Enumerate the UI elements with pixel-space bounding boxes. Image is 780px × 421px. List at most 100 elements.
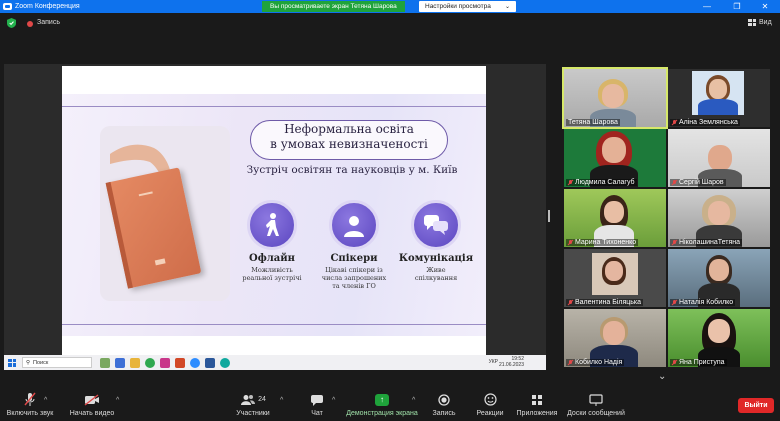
feature-desc-line: Живе xyxy=(426,266,446,274)
whiteboard-icon xyxy=(566,392,626,407)
feature-desc-line: числа запрошених xyxy=(321,274,387,282)
participant-name-label: Аліна Землянська xyxy=(670,119,740,126)
feature-description: Цікаві спікери із числа запрошених та чл… xyxy=(314,266,394,290)
participant-name: Наталія Кобилко xyxy=(679,299,734,306)
participants-button[interactable]: 24 Участники xyxy=(232,392,274,417)
view-label: Вид xyxy=(759,19,772,26)
notebook-photo xyxy=(100,126,230,301)
chrome-icon[interactable] xyxy=(145,357,155,368)
panel-splitter-handle[interactable] xyxy=(548,210,550,222)
chat-button[interactable]: Чат xyxy=(302,392,332,417)
share-screen-label: Демонстрация экрана xyxy=(346,410,418,417)
muted-mic-icon xyxy=(672,359,677,366)
participant-name: Людмила Салагуб xyxy=(575,179,635,186)
word-icon[interactable] xyxy=(205,357,215,368)
view-options-dropdown[interactable]: Настройки просмотра ⌄ xyxy=(419,1,516,12)
record-button[interactable]: Запись xyxy=(428,392,460,417)
feature-description: Живе спілкування xyxy=(396,266,476,282)
participant-tile[interactable]: Тетяна Шарова xyxy=(562,67,668,129)
save-app-icon[interactable] xyxy=(115,357,125,368)
participant-tile[interactable]: Наталія Кобилко xyxy=(668,249,770,307)
audio-options-caret-icon[interactable]: ^ xyxy=(44,397,47,404)
unmute-button[interactable]: Включить звук xyxy=(4,392,56,417)
muted-mic-icon xyxy=(568,239,573,246)
taskbar-clock[interactable]: 19:52 21.06.2023 xyxy=(498,356,524,368)
participants-count: 24 xyxy=(258,396,266,403)
muted-mic-icon xyxy=(568,179,573,186)
muted-microphone-icon xyxy=(4,392,56,407)
top-toolbar xyxy=(0,13,780,35)
muted-mic-icon xyxy=(672,299,677,306)
start-video-button[interactable]: Начать видео xyxy=(66,392,118,417)
participant-tile[interactable]: Сергій Шаров xyxy=(668,129,770,187)
participant-tile[interactable]: Людмила Салагуб xyxy=(564,129,666,187)
muted-mic-icon xyxy=(672,179,677,186)
record-icon xyxy=(428,392,460,407)
participant-tile[interactable]: Яна Приступа xyxy=(668,309,770,367)
zoom-logo-icon xyxy=(3,3,12,10)
minimize-button[interactable]: — xyxy=(692,0,722,13)
close-window-button[interactable]: ✕ xyxy=(750,0,780,13)
share-banner: Вы просматриваете экран Тетяна Шарова xyxy=(262,1,405,12)
participant-name: Яна Приступа xyxy=(679,359,725,366)
maximize-button[interactable]: ❐ xyxy=(722,0,752,13)
windows-start-icon[interactable] xyxy=(8,358,16,367)
view-options-label: Настройки просмотра xyxy=(425,3,491,10)
taskbar-apps xyxy=(100,357,230,368)
participant-tile[interactable]: Кобилко Надія xyxy=(564,309,666,367)
chevron-down-icon: ⌄ xyxy=(504,4,510,10)
recording-label[interactable]: Запись xyxy=(37,19,60,26)
feature-speakers: Спікери Цікаві спікери із числа запрошен… xyxy=(314,200,394,290)
zoom-app-icon[interactable] xyxy=(190,357,200,368)
video-off-icon xyxy=(66,392,118,407)
muted-mic-icon xyxy=(672,239,677,246)
notebook-image xyxy=(105,167,202,289)
muted-mic-icon xyxy=(672,119,677,126)
share-screen-button[interactable]: ↑ Демонстрация экрана xyxy=(346,392,418,417)
chat-icon xyxy=(302,392,332,407)
participant-name-label: Наталія Кобилко xyxy=(670,299,736,306)
reactions-button[interactable]: Реакции xyxy=(474,392,506,417)
edge-icon[interactable] xyxy=(220,357,230,368)
participant-tile[interactable]: НіколашинаТетяна xyxy=(668,189,770,247)
chevron-down-icon[interactable]: ⌄ xyxy=(658,371,666,382)
clock-date: 21.06.2023 xyxy=(498,361,524,368)
grid-view-icon xyxy=(748,19,756,26)
slide-title-line1: Неформальна освіта xyxy=(284,122,414,136)
whiteboards-button[interactable]: Доски сообщений xyxy=(566,392,626,417)
participant-tile[interactable]: Аліна Землянська xyxy=(668,69,770,127)
participant-name-label: Сергій Шаров xyxy=(670,179,726,186)
chat-caret-icon[interactable]: ^ xyxy=(332,397,335,404)
chat-label: Чат xyxy=(311,410,323,417)
video-options-caret-icon[interactable]: ^ xyxy=(116,397,119,404)
apps-button[interactable]: Приложения xyxy=(514,392,560,417)
participant-name-label: Валентина Біляцька xyxy=(566,299,644,306)
language-indicator[interactable]: УКР xyxy=(489,359,498,365)
feature-title: Офлайн xyxy=(249,253,295,264)
smiley-icon xyxy=(474,392,506,407)
share-caret-icon[interactable]: ^ xyxy=(412,397,415,404)
media-app-icon[interactable] xyxy=(160,357,170,368)
participant-tile[interactable]: Марина Тихоненко xyxy=(564,189,666,247)
security-shield-icon[interactable] xyxy=(7,18,16,28)
participant-name: Тетяна Шарова xyxy=(568,119,618,126)
remote-taskbar: ⚲ Поиск УКР 19:52 21.06.2023 xyxy=(4,355,546,370)
whiteboards-label: Доски сообщений xyxy=(567,410,625,417)
taskbar-search[interactable]: ⚲ Поиск xyxy=(22,357,92,368)
start-video-label: Начать видео xyxy=(69,410,115,417)
powerpoint-icon[interactable] xyxy=(175,357,185,368)
view-button[interactable]: Вид xyxy=(748,19,772,26)
explorer-icon[interactable] xyxy=(130,357,140,368)
participant-tile[interactable]: Валентина Біляцька xyxy=(564,249,666,307)
feature-communication: Комунікація Живе спілкування xyxy=(396,200,476,282)
leave-meeting-button[interactable]: Выйти xyxy=(738,398,774,413)
participants-caret-icon[interactable]: ^ xyxy=(280,397,283,404)
muted-mic-icon xyxy=(568,299,573,306)
presentation-slide: Неформальна освіта в умовах невизначенос… xyxy=(62,66,486,356)
landscape-app-icon[interactable] xyxy=(100,357,110,368)
share-screen-icon: ↑ xyxy=(375,393,389,406)
reactions-label: Реакции xyxy=(476,410,504,417)
feature-desc-line: Цікаві спікери із xyxy=(325,266,383,274)
slide-divider-top xyxy=(62,106,486,107)
feature-title: Спікери xyxy=(330,253,378,264)
